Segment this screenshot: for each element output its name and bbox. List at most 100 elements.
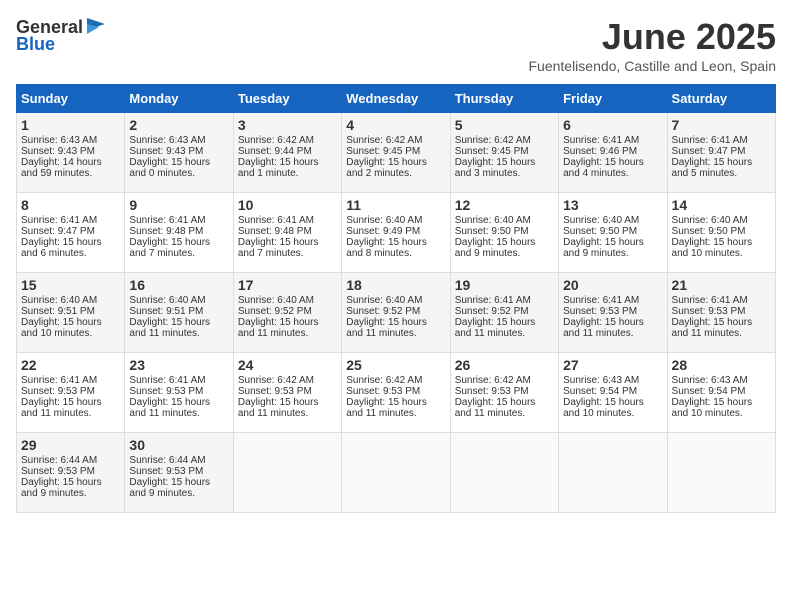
- sunset-text: Sunset: 9:50 PM: [563, 226, 662, 237]
- sunset-text: Sunset: 9:53 PM: [21, 386, 120, 397]
- day-number: 4: [346, 117, 445, 133]
- header: General Blue June 2025 Fuentelisendo, Ca…: [16, 16, 776, 74]
- sunset-text: Sunset: 9:53 PM: [238, 386, 337, 397]
- daylight-text: Daylight: 15 hours and 10 minutes.: [21, 317, 120, 339]
- calendar-cell: [342, 433, 450, 513]
- day-number: 8: [21, 197, 120, 213]
- daylight-text: Daylight: 15 hours and 2 minutes.: [346, 157, 445, 179]
- sunset-text: Sunset: 9:43 PM: [129, 146, 228, 157]
- sunrise-text: Sunrise: 6:41 AM: [563, 295, 662, 306]
- day-number: 14: [672, 197, 771, 213]
- sunset-text: Sunset: 9:52 PM: [238, 306, 337, 317]
- sunset-text: Sunset: 9:53 PM: [455, 386, 554, 397]
- calendar-cell: 5Sunrise: 6:42 AMSunset: 9:45 PMDaylight…: [450, 113, 558, 193]
- daylight-text: Daylight: 15 hours and 11 minutes.: [21, 397, 120, 419]
- calendar-cell: 4Sunrise: 6:42 AMSunset: 9:45 PMDaylight…: [342, 113, 450, 193]
- calendar-cell: 17Sunrise: 6:40 AMSunset: 9:52 PMDayligh…: [233, 273, 341, 353]
- calendar-week-2: 8Sunrise: 6:41 AMSunset: 9:47 PMDaylight…: [17, 193, 776, 273]
- calendar-week-5: 29Sunrise: 6:44 AMSunset: 9:53 PMDayligh…: [17, 433, 776, 513]
- daylight-text: Daylight: 15 hours and 11 minutes.: [346, 317, 445, 339]
- sunrise-text: Sunrise: 6:40 AM: [21, 295, 120, 306]
- sunset-text: Sunset: 9:47 PM: [21, 226, 120, 237]
- calendar-table: SundayMondayTuesdayWednesdayThursdayFrid…: [16, 84, 776, 513]
- sunset-text: Sunset: 9:51 PM: [21, 306, 120, 317]
- sunrise-text: Sunrise: 6:41 AM: [455, 295, 554, 306]
- calendar-cell: [667, 433, 775, 513]
- sunset-text: Sunset: 9:48 PM: [238, 226, 337, 237]
- daylight-text: Daylight: 15 hours and 9 minutes.: [563, 237, 662, 259]
- daylight-text: Daylight: 15 hours and 11 minutes.: [455, 317, 554, 339]
- calendar-cell: 10Sunrise: 6:41 AMSunset: 9:48 PMDayligh…: [233, 193, 341, 273]
- day-number: 3: [238, 117, 337, 133]
- calendar-cell: 3Sunrise: 6:42 AMSunset: 9:44 PMDaylight…: [233, 113, 341, 193]
- calendar-cell: 28Sunrise: 6:43 AMSunset: 9:54 PMDayligh…: [667, 353, 775, 433]
- day-number: 19: [455, 277, 554, 293]
- calendar-cell: 25Sunrise: 6:42 AMSunset: 9:53 PMDayligh…: [342, 353, 450, 433]
- calendar-cell: 11Sunrise: 6:40 AMSunset: 9:49 PMDayligh…: [342, 193, 450, 273]
- calendar-cell: [233, 433, 341, 513]
- sunset-text: Sunset: 9:53 PM: [346, 386, 445, 397]
- calendar-cell: 22Sunrise: 6:41 AMSunset: 9:53 PMDayligh…: [17, 353, 125, 433]
- day-number: 25: [346, 357, 445, 373]
- daylight-text: Daylight: 15 hours and 10 minutes.: [672, 397, 771, 419]
- sunset-text: Sunset: 9:52 PM: [455, 306, 554, 317]
- sunrise-text: Sunrise: 6:41 AM: [129, 375, 228, 386]
- calendar-week-1: 1Sunrise: 6:43 AMSunset: 9:43 PMDaylight…: [17, 113, 776, 193]
- daylight-text: Daylight: 15 hours and 6 minutes.: [21, 237, 120, 259]
- day-number: 23: [129, 357, 228, 373]
- day-number: 9: [129, 197, 228, 213]
- sunset-text: Sunset: 9:53 PM: [21, 466, 120, 477]
- daylight-text: Daylight: 15 hours and 11 minutes.: [129, 397, 228, 419]
- calendar-cell: 2Sunrise: 6:43 AMSunset: 9:43 PMDaylight…: [125, 113, 233, 193]
- calendar-week-3: 15Sunrise: 6:40 AMSunset: 9:51 PMDayligh…: [17, 273, 776, 353]
- sunrise-text: Sunrise: 6:42 AM: [455, 375, 554, 386]
- day-number: 21: [672, 277, 771, 293]
- calendar-title: June 2025: [528, 16, 776, 58]
- calendar-cell: [559, 433, 667, 513]
- calendar-cell: 20Sunrise: 6:41 AMSunset: 9:53 PMDayligh…: [559, 273, 667, 353]
- sunrise-text: Sunrise: 6:43 AM: [21, 135, 120, 146]
- logo: General Blue: [16, 16, 107, 55]
- daylight-text: Daylight: 15 hours and 11 minutes.: [129, 317, 228, 339]
- daylight-text: Daylight: 15 hours and 4 minutes.: [563, 157, 662, 179]
- daylight-text: Daylight: 15 hours and 9 minutes.: [455, 237, 554, 259]
- calendar-cell: 27Sunrise: 6:43 AMSunset: 9:54 PMDayligh…: [559, 353, 667, 433]
- sunset-text: Sunset: 9:54 PM: [672, 386, 771, 397]
- daylight-text: Daylight: 15 hours and 11 minutes.: [563, 317, 662, 339]
- day-number: 18: [346, 277, 445, 293]
- day-number: 13: [563, 197, 662, 213]
- calendar-cell: 1Sunrise: 6:43 AMSunset: 9:43 PMDaylight…: [17, 113, 125, 193]
- sunset-text: Sunset: 9:53 PM: [129, 386, 228, 397]
- calendar-subtitle: Fuentelisendo, Castille and Leon, Spain: [528, 58, 776, 74]
- calendar-cell: 30Sunrise: 6:44 AMSunset: 9:53 PMDayligh…: [125, 433, 233, 513]
- day-number: 6: [563, 117, 662, 133]
- day-number: 1: [21, 117, 120, 133]
- day-number: 27: [563, 357, 662, 373]
- calendar-cell: 21Sunrise: 6:41 AMSunset: 9:53 PMDayligh…: [667, 273, 775, 353]
- day-number: 5: [455, 117, 554, 133]
- sunrise-text: Sunrise: 6:41 AM: [129, 215, 228, 226]
- calendar-cell: 29Sunrise: 6:44 AMSunset: 9:53 PMDayligh…: [17, 433, 125, 513]
- calendar-cell: 18Sunrise: 6:40 AMSunset: 9:52 PMDayligh…: [342, 273, 450, 353]
- sunrise-text: Sunrise: 6:44 AM: [21, 455, 120, 466]
- daylight-text: Daylight: 15 hours and 1 minute.: [238, 157, 337, 179]
- header-day-friday: Friday: [559, 85, 667, 113]
- sunrise-text: Sunrise: 6:42 AM: [346, 135, 445, 146]
- sunrise-text: Sunrise: 6:41 AM: [672, 295, 771, 306]
- header-day-monday: Monday: [125, 85, 233, 113]
- day-number: 26: [455, 357, 554, 373]
- sunrise-text: Sunrise: 6:40 AM: [563, 215, 662, 226]
- sunrise-text: Sunrise: 6:40 AM: [346, 215, 445, 226]
- header-day-wednesday: Wednesday: [342, 85, 450, 113]
- sunset-text: Sunset: 9:52 PM: [346, 306, 445, 317]
- calendar-cell: 26Sunrise: 6:42 AMSunset: 9:53 PMDayligh…: [450, 353, 558, 433]
- daylight-text: Daylight: 15 hours and 9 minutes.: [21, 477, 120, 499]
- sunrise-text: Sunrise: 6:41 AM: [563, 135, 662, 146]
- calendar-cell: 8Sunrise: 6:41 AMSunset: 9:47 PMDaylight…: [17, 193, 125, 273]
- calendar-cell: [450, 433, 558, 513]
- sunrise-text: Sunrise: 6:43 AM: [129, 135, 228, 146]
- calendar-cell: 9Sunrise: 6:41 AMSunset: 9:48 PMDaylight…: [125, 193, 233, 273]
- sunset-text: Sunset: 9:48 PM: [129, 226, 228, 237]
- calendar-cell: 12Sunrise: 6:40 AMSunset: 9:50 PMDayligh…: [450, 193, 558, 273]
- day-number: 2: [129, 117, 228, 133]
